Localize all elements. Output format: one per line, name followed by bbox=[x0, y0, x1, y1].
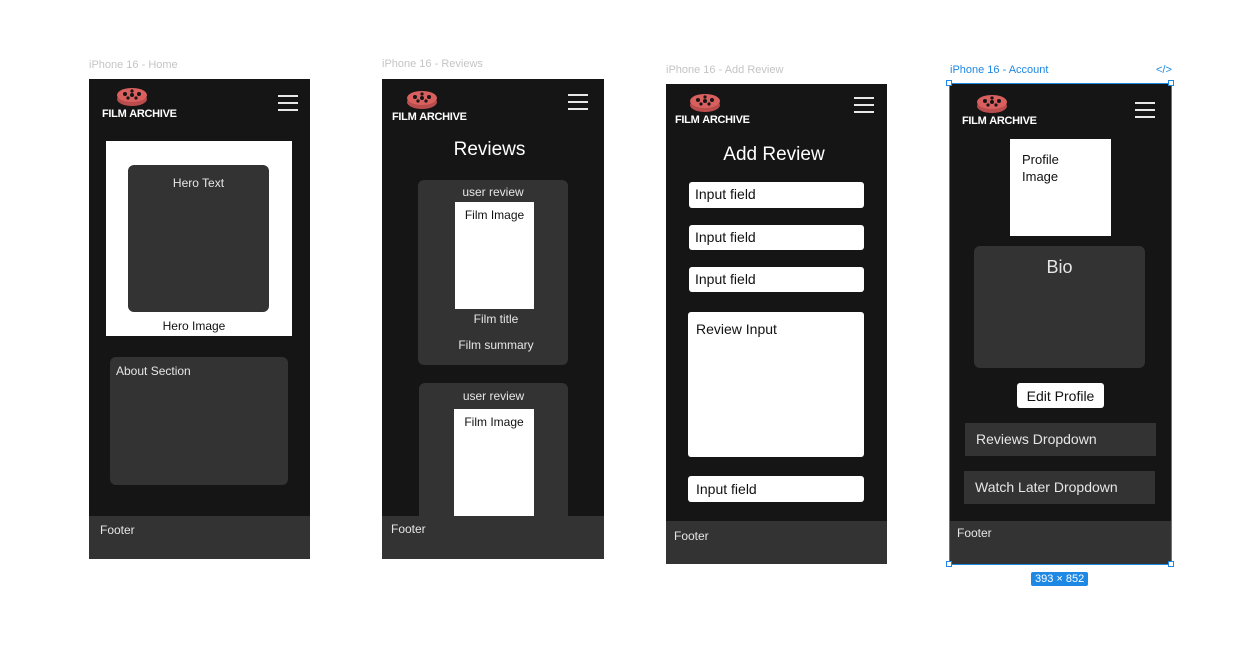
input-field[interactable]: Input field bbox=[689, 182, 864, 208]
hero-text: Hero Text bbox=[172, 176, 225, 190]
input-field[interactable]: Input field bbox=[689, 267, 864, 292]
frame-home[interactable]: FILM ARCHIVE Hero Text Hero Image About … bbox=[89, 79, 310, 559]
hamburger-menu-icon[interactable] bbox=[278, 95, 298, 111]
film-reel-icon bbox=[407, 91, 437, 109]
frame-label-reviews: iPhone 16 - Reviews bbox=[382, 58, 483, 70]
film-reel-icon bbox=[117, 88, 147, 106]
logo-archive-text: ARCHIVE bbox=[702, 114, 750, 126]
film-archive-logo[interactable]: FILM ARCHIVE bbox=[392, 89, 467, 125]
review-card[interactable]: user review Film Image Film title Film s… bbox=[418, 180, 568, 365]
hamburger-menu-icon[interactable] bbox=[568, 94, 588, 110]
hamburger-menu-icon[interactable] bbox=[854, 97, 874, 113]
film-image: Film Image bbox=[454, 409, 534, 529]
hero-image-label: Hero Image bbox=[162, 319, 226, 333]
user-review-label: user review bbox=[462, 185, 524, 199]
film-title: Film title bbox=[473, 312, 519, 326]
resize-handle[interactable] bbox=[1168, 80, 1174, 86]
review-input[interactable]: Review Input bbox=[688, 312, 864, 457]
film-summary: Film summary bbox=[458, 338, 534, 352]
frame-label-account: iPhone 16 - Account bbox=[950, 64, 1049, 76]
input-field[interactable]: Input field bbox=[688, 476, 864, 502]
logo-film-text: FILM bbox=[102, 108, 127, 120]
film-image-label: Film Image bbox=[464, 415, 524, 429]
frame-add-review[interactable]: FILM ARCHIVE Add Review Input field Inpu… bbox=[666, 84, 887, 564]
logo-film-text: FILM bbox=[392, 111, 417, 123]
frame-reviews[interactable]: FILM ARCHIVE Reviews user review Film Im… bbox=[382, 79, 604, 559]
input-field[interactable]: Input field bbox=[689, 225, 864, 250]
resize-handle[interactable] bbox=[946, 80, 952, 86]
logo-film-text: FILM bbox=[675, 114, 700, 126]
user-review-label: user review bbox=[462, 389, 525, 403]
footer: Footer bbox=[382, 516, 604, 559]
film-image-label: Film Image bbox=[464, 208, 525, 222]
logo-archive-text: ARCHIVE bbox=[419, 111, 467, 123]
frame-label-home: iPhone 16 - Home bbox=[89, 59, 178, 71]
hero-image: Hero Text Hero Image bbox=[106, 141, 292, 336]
logo-archive-text: ARCHIVE bbox=[129, 108, 177, 120]
frame-label-add-review: iPhone 16 - Add Review bbox=[666, 64, 784, 76]
code-icon[interactable]: </> bbox=[1156, 64, 1172, 76]
selection-outline bbox=[949, 83, 1172, 565]
film-archive-logo[interactable]: FILM ARCHIVE bbox=[675, 92, 750, 128]
footer: Footer bbox=[89, 516, 310, 559]
about-section-label: About Section bbox=[116, 364, 191, 378]
page-title: Reviews bbox=[453, 139, 526, 160]
film-archive-logo[interactable]: FILM ARCHIVE bbox=[102, 86, 177, 122]
film-image: Film Image bbox=[455, 202, 534, 309]
film-reel-icon bbox=[690, 94, 720, 112]
hero-text-box: Hero Text bbox=[128, 165, 269, 312]
dimensions-badge: 393 × 852 bbox=[1031, 572, 1089, 586]
review-card[interactable]: user review Film Image bbox=[419, 383, 568, 533]
footer: Footer bbox=[666, 521, 887, 564]
page-title: Add Review bbox=[723, 144, 825, 165]
about-section: About Section bbox=[110, 357, 288, 485]
resize-handle[interactable] bbox=[946, 561, 952, 567]
resize-handle[interactable] bbox=[1168, 561, 1174, 567]
